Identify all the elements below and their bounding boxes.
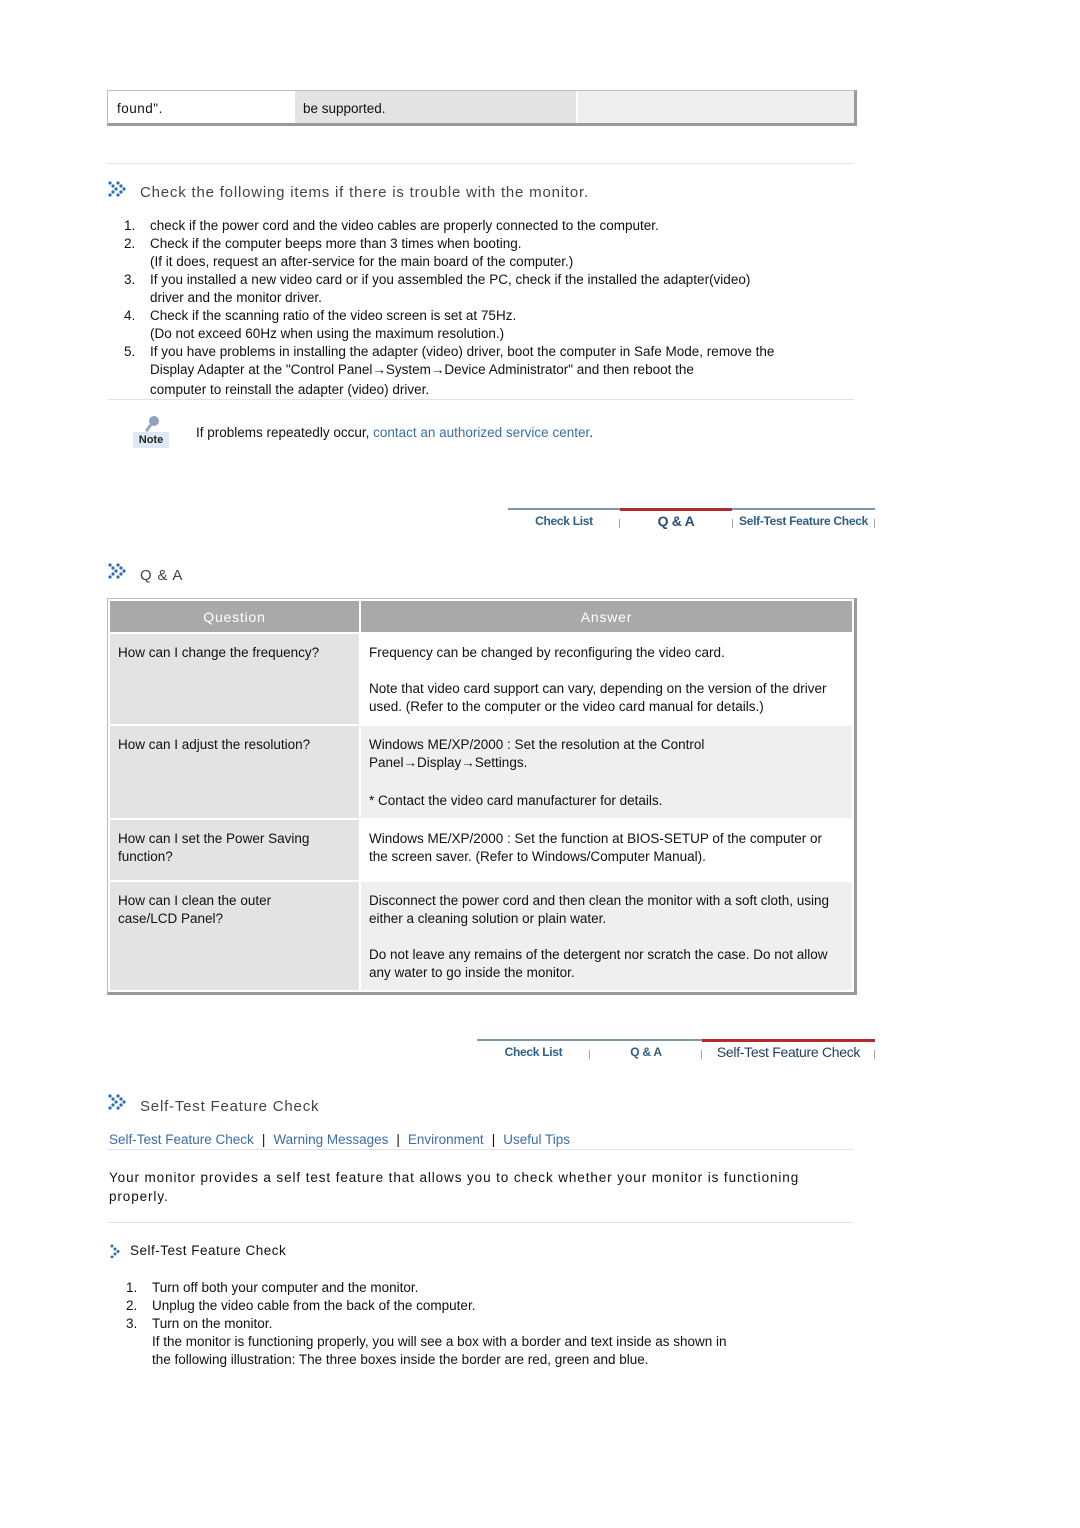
tab-check-list[interactable]: Check List — [477, 1039, 590, 1065]
table-row: How can I change the frequency? Frequenc… — [110, 632, 852, 725]
question-cell: How can I change the frequency? — [110, 632, 361, 725]
tab-q-and-a[interactable]: Q & A — [590, 1039, 702, 1065]
link-environment[interactable]: Environment — [408, 1132, 484, 1147]
previous-table-row: found". be supported. — [107, 90, 857, 126]
note-box: Note If problems repeatedly occur, conta… — [133, 416, 593, 448]
table-cell: found". — [108, 91, 295, 123]
column-header-answer: Answer — [360, 601, 852, 633]
section-tabstrip: Check List Q & A Self-Test Feature Check — [477, 1039, 875, 1065]
list-item: 5. If you have problems in installing the… — [124, 344, 775, 397]
self-test-intro: Your monitor provides a self test featur… — [109, 1170, 800, 1204]
section-heading-self-test: Self-Test Feature Check — [108, 1094, 320, 1115]
subsection-links: Self-Test Feature Check | Warning Messages… — [109, 1132, 570, 1147]
note-text: If problems repeatedly occur, contact an… — [196, 424, 593, 440]
double-chevron-icon — [108, 563, 126, 579]
tab-separator — [732, 519, 733, 528]
list-item: 1. Turn off both your computer and the mo… — [126, 1280, 419, 1295]
divider — [108, 1149, 854, 1150]
tab-separator — [701, 1050, 702, 1059]
tab-self-test[interactable]: Self-Test Feature Check — [732, 508, 875, 534]
table-cell: be supported. — [295, 91, 576, 123]
tab-self-test[interactable]: Self-Test Feature Check — [702, 1039, 875, 1065]
trouble-steps-list: 1. check if the power cord and the video … — [124, 217, 859, 401]
question-cell: How can I set the Power Saving function? — [110, 818, 361, 881]
tab-check-list[interactable]: Check List — [508, 508, 620, 534]
list-item: 2. Unplug the video cable from the back o… — [126, 1298, 476, 1313]
column-header-question: Question — [110, 601, 361, 633]
section-title: Q & A — [140, 567, 184, 584]
answer-cell: Frequency can be changed by reconfigurin… — [360, 632, 852, 725]
list-item: 3. Turn on the monitor. If the monitor is … — [126, 1316, 727, 1367]
chevron-right-icon — [110, 1244, 120, 1258]
subsection-title: Self-Test Feature Check — [130, 1243, 287, 1258]
link-warning-messages[interactable]: Warning Messages — [273, 1132, 388, 1147]
double-chevron-icon — [108, 181, 126, 197]
self-test-steps-list: 1. Turn off both your computer and the mo… — [126, 1279, 861, 1369]
tab-separator — [874, 1050, 875, 1059]
link-self-test-feature-check[interactable]: Self-Test Feature Check — [109, 1132, 254, 1147]
list-item: 2. Check if the computer beeps more than … — [124, 236, 574, 269]
table-cell — [576, 91, 854, 123]
section-heading-qa: Q & A — [108, 563, 184, 584]
list-item: 4. Check if the scanning ratio of the vid… — [124, 308, 517, 341]
note-icon: Note — [133, 416, 169, 448]
question-cell: How can I clean the outer case/LCD Panel… — [110, 880, 361, 990]
service-center-link[interactable]: contact an authorized service center — [373, 425, 589, 440]
divider — [108, 1222, 854, 1223]
section-title: Self-Test Feature Check — [140, 1098, 320, 1115]
question-cell: How can I adjust the resolution? — [110, 724, 361, 819]
link-useful-tips[interactable]: Useful Tips — [503, 1132, 570, 1147]
divider — [108, 399, 854, 400]
table-row: How can I clean the outer case/LCD Panel… — [110, 880, 852, 990]
answer-cell: Windows ME/XP/2000 : Set the function at… — [360, 818, 852, 881]
tab-q-and-a[interactable]: Q & A — [620, 508, 732, 534]
list-item: 3. If you installed a new video card or i… — [124, 272, 751, 305]
section-heading-trouble: Check the following items if there is tr… — [108, 181, 589, 201]
section-title: Check the following items if there is tr… — [140, 184, 589, 201]
tab-separator — [589, 1050, 590, 1059]
list-item: 1. check if the power cord and the video … — [124, 218, 659, 233]
tab-separator — [619, 519, 620, 528]
subsection-heading: Self-Test Feature Check — [110, 1243, 286, 1258]
table-row: How can I set the Power Saving function?… — [110, 818, 852, 881]
divider — [108, 163, 854, 164]
double-chevron-icon — [108, 1094, 126, 1110]
tab-separator — [874, 519, 875, 528]
section-tabstrip: Check List Q & A Self-Test Feature Check — [508, 508, 875, 534]
table-row: How can I adjust the resolution? Windows… — [110, 724, 852, 819]
answer-cell: Disconnect the power cord and then clean… — [360, 880, 852, 990]
answer-cell: Windows ME/XP/2000 : Set the resolution … — [360, 724, 852, 819]
qa-table: Question Answer How can I change the fre… — [107, 598, 857, 995]
